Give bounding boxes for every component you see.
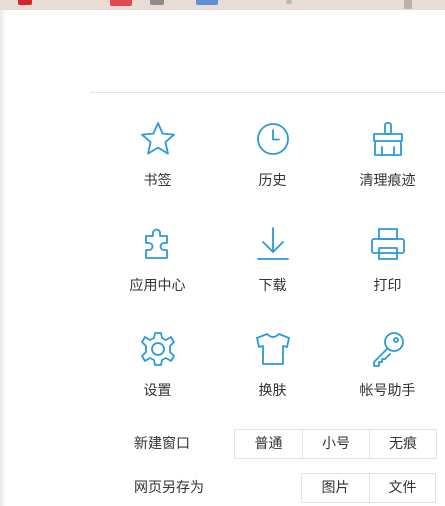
menu-tile-bookmarks[interactable]: 书签 (100, 93, 215, 198)
menu-tile-history[interactable]: 历史 (215, 93, 330, 198)
save-page-options: 图片 文件 (301, 473, 436, 503)
save-as-file-button[interactable]: 文件 (369, 474, 435, 502)
new-window-row: 新建窗口 普通 小号 无痕 (90, 429, 445, 459)
shirt-icon (253, 329, 293, 369)
menu-tile-settings[interactable]: 设置 (100, 303, 215, 408)
menu-tile-label: 帐号助手 (359, 383, 416, 399)
menu-tile-skin[interactable]: 换肤 (215, 303, 330, 408)
new-window-normal-button[interactable]: 普通 (235, 430, 302, 458)
key-icon (368, 329, 408, 369)
menu-tile-label: 书签 (143, 173, 172, 189)
save-page-label: 网页另存为 (134, 480, 204, 496)
toolbar-grey-icon[interactable] (150, 0, 164, 5)
menu-tile-label: 设置 (143, 383, 172, 399)
browser-menu-panel: 书签 历史 清理痕迹 应用中心 下载 打印 设置 换肤 帐号助手 新建窗口 普通… (90, 92, 445, 506)
menu-tile-print[interactable]: 打印 (330, 198, 445, 303)
menu-tile-label: 清理痕迹 (359, 173, 416, 189)
new-window-incognito-button[interactable]: 无痕 (369, 430, 436, 458)
page-left-edge (0, 10, 6, 506)
broom-icon (368, 119, 408, 159)
toolbar-blue-icon[interactable] (196, 0, 218, 5)
save-as-image-button[interactable]: 图片 (302, 474, 369, 502)
toolbar-right-icon[interactable] (404, 0, 412, 9)
gear-icon (138, 329, 178, 369)
puzzle-icon (138, 224, 178, 264)
new-window-options: 普通 小号 无痕 (234, 429, 437, 459)
toolbar-dot-icon[interactable] (286, 0, 292, 4)
menu-tile-label: 下载 (258, 278, 287, 294)
printer-icon (368, 224, 408, 264)
menu-tile-app-center[interactable]: 应用中心 (100, 198, 215, 303)
browser-logo-icon[interactable] (18, 0, 32, 5)
save-page-row: 网页另存为 图片 文件 (90, 473, 445, 503)
menu-tile-label: 应用中心 (129, 278, 186, 294)
menu-tile-label: 历史 (258, 173, 287, 189)
browser-window: 书签 历史 清理痕迹 应用中心 下载 打印 设置 换肤 帐号助手 新建窗口 普通… (0, 0, 445, 506)
download-icon (253, 224, 293, 264)
clock-icon (253, 119, 293, 159)
menu-tile-label: 换肤 (258, 383, 287, 399)
new-window-small-button[interactable]: 小号 (302, 430, 369, 458)
menu-tile-clear-traces[interactable]: 清理痕迹 (330, 93, 445, 198)
tab-badge-icon[interactable] (110, 0, 132, 6)
new-window-label: 新建窗口 (134, 436, 190, 452)
menu-tile-account-assistant[interactable]: 帐号助手 (330, 303, 445, 408)
menu-tile-download[interactable]: 下载 (215, 198, 330, 303)
menu-tile-label: 打印 (373, 278, 402, 294)
star-icon (138, 119, 178, 159)
browser-toolbar-strip (0, 0, 445, 10)
